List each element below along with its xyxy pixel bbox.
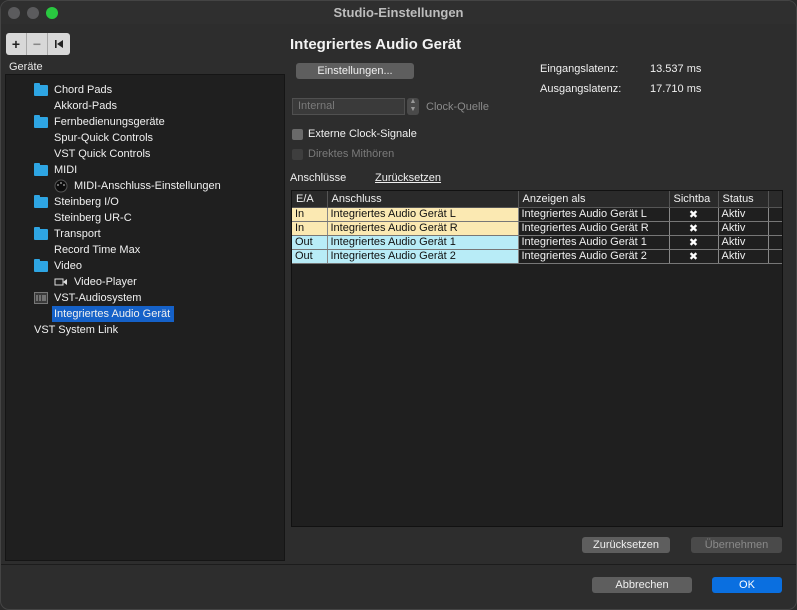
tree-item-chord-pads[interactable]: Chord Pads	[34, 82, 112, 98]
tree-item-integrated-audio-device[interactable]: Integriertes Audio Gerät	[52, 306, 175, 322]
clock-source-stepper[interactable]: ▲ ▼	[407, 98, 419, 115]
table-row[interactable]: In Integriertes Audio Gerät R Integriert…	[292, 221, 782, 236]
col-status[interactable]: Status	[718, 191, 769, 208]
output-latency-value: 17.710 ms	[650, 83, 702, 95]
port-cell: Integriertes Audio Gerät 2	[327, 249, 519, 264]
visible-toggle[interactable]: ✖	[669, 235, 719, 250]
remove-device-button[interactable]: −	[27, 33, 48, 55]
clock-source-select[interactable]: Internal	[292, 98, 405, 115]
reset-device-button[interactable]	[48, 33, 69, 55]
port-cell: Integriertes Audio Gerät R	[327, 221, 519, 236]
folder-icon	[34, 226, 48, 240]
folder-icon	[34, 194, 48, 208]
tree-item-record-time-max[interactable]: Record Time Max	[54, 242, 140, 258]
tree-item-remote-devices[interactable]: Fernbedienungsgeräte	[34, 114, 165, 130]
port-cell: Integriertes Audio Gerät 1	[327, 235, 519, 250]
status-cell: Aktiv	[718, 221, 769, 236]
tree-item-vst-audio-system[interactable]: VST-Audiosystem	[34, 290, 141, 306]
io-cell: Out	[292, 235, 328, 250]
reset-icon	[54, 40, 63, 48]
status-cell: Aktiv	[718, 235, 769, 250]
external-clock-label: Externe Clock-Signale	[308, 128, 417, 140]
tree-item-midi-port-settings[interactable]: MIDI-Anschluss-Einstellungen	[54, 178, 221, 194]
table-row[interactable]: In Integriertes Audio Gerät L Integriert…	[292, 207, 782, 222]
external-clock-checkbox[interactable]	[292, 129, 303, 140]
midi-port-icon	[54, 179, 68, 193]
ports-table-container: E/A Anschluss Anzeigen als Sichtba Statu…	[291, 190, 783, 527]
tab-ports[interactable]: Anschlüsse	[290, 172, 346, 184]
col-spacer	[768, 191, 782, 208]
reset-ports-link[interactable]: Zurücksetzen	[375, 172, 441, 184]
status-cell: Aktiv	[718, 207, 769, 222]
device-toolbar: + −	[6, 33, 70, 55]
window-title: Studio-Einstellungen	[333, 5, 464, 20]
folder-icon	[34, 114, 48, 128]
tree-item-video[interactable]: Video	[34, 258, 82, 274]
status-cell: Aktiv	[718, 249, 769, 264]
tree-item-midi[interactable]: MIDI	[34, 162, 77, 178]
ports-table: E/A Anschluss Anzeigen als Sichtba Statu…	[292, 191, 782, 264]
clock-source-label: Clock-Quelle	[426, 101, 489, 113]
device-settings-button[interactable]: Einstellungen...	[296, 63, 414, 79]
folder-icon	[34, 162, 48, 176]
io-cell: In	[292, 207, 328, 222]
port-cell: Integriertes Audio Gerät L	[327, 207, 519, 222]
table-header-row: E/A Anschluss Anzeigen als Sichtba Statu…	[292, 191, 782, 208]
display-as-cell[interactable]: Integriertes Audio Gerät L	[518, 207, 670, 222]
direct-monitoring-checkbox[interactable]	[292, 149, 303, 160]
cancel-button[interactable]: Abbrechen	[592, 577, 692, 593]
table-row[interactable]: Out Integriertes Audio Gerät 1 Integrier…	[292, 235, 782, 250]
studio-settings-window: Studio-Einstellungen + − Geräte Chord Pa…	[0, 0, 797, 610]
visible-toggle[interactable]: ✖	[669, 221, 719, 236]
reset-button[interactable]: Zurücksetzen	[582, 537, 670, 553]
apply-button[interactable]: Übernehmen	[691, 537, 782, 553]
titlebar: Studio-Einstellungen	[1, 1, 796, 24]
tree-item-track-quick-controls[interactable]: Spur-Quick Controls	[54, 130, 153, 146]
tree-item-steinberg-ur-c[interactable]: Steinberg UR-C	[54, 210, 132, 226]
col-display-as[interactable]: Anzeigen als	[518, 191, 670, 208]
display-as-cell[interactable]: Integriertes Audio Gerät 2	[518, 249, 670, 264]
devices-label: Geräte	[9, 61, 43, 73]
display-as-cell[interactable]: Integriertes Audio Gerät R	[518, 221, 670, 236]
io-cell: Out	[292, 249, 328, 264]
footer-divider	[1, 564, 796, 565]
folder-icon	[34, 82, 48, 96]
tree-item-vst-quick-controls[interactable]: VST Quick Controls	[54, 146, 150, 162]
tree-item-akkord-pads[interactable]: Akkord-Pads	[54, 98, 117, 114]
output-latency-label: Ausgangslatenz:	[540, 83, 622, 95]
audio-system-icon	[34, 292, 48, 304]
device-heading: Integriertes Audio Gerät	[290, 36, 462, 53]
add-device-button[interactable]: +	[6, 33, 27, 55]
tree-item-video-player[interactable]: Video-Player	[54, 274, 137, 290]
input-latency-label: Eingangslatenz:	[540, 63, 619, 75]
direct-monitoring-label: Direktes Mithören	[308, 148, 395, 160]
table-row[interactable]: Out Integriertes Audio Gerät 2 Integrier…	[292, 249, 782, 264]
folder-icon	[34, 258, 48, 272]
input-latency-value: 13.537 ms	[650, 63, 702, 75]
col-port[interactable]: Anschluss	[327, 191, 519, 208]
col-io[interactable]: E/A	[292, 191, 328, 208]
tree-item-vst-system-link[interactable]: VST System Link	[34, 322, 118, 338]
visible-toggle[interactable]: ✖	[669, 249, 719, 264]
tree-item-steinberg-io[interactable]: Steinberg I/O	[34, 194, 119, 210]
ok-button[interactable]: OK	[712, 577, 782, 593]
display-as-cell[interactable]: Integriertes Audio Gerät 1	[518, 235, 670, 250]
video-icon	[54, 277, 68, 287]
device-tree: Chord Pads Akkord-Pads Fernbedienungsger…	[5, 74, 285, 561]
tree-item-transport[interactable]: Transport	[34, 226, 101, 242]
visible-toggle[interactable]: ✖	[669, 207, 719, 222]
col-visible[interactable]: Sichtba	[669, 191, 719, 208]
io-cell: In	[292, 221, 328, 236]
